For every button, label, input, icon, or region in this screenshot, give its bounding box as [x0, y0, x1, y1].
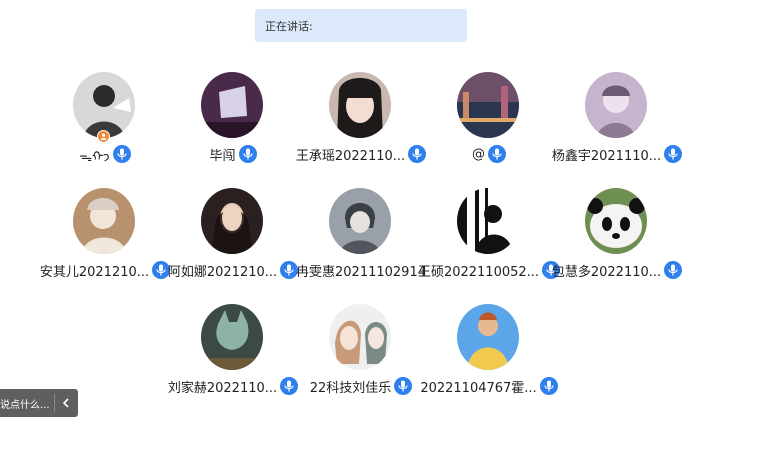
- avatar: [329, 304, 391, 370]
- avatar-image: [329, 188, 391, 254]
- avatar: [201, 304, 263, 370]
- mic-icon[interactable]: [539, 377, 558, 395]
- avatar-image: [201, 304, 263, 370]
- participant-tile[interactable]: 包慧多2022110...: [551, 188, 683, 298]
- avatar-image: [73, 188, 135, 254]
- participant-tile[interactable]: 王承瑶2022110...: [295, 72, 427, 182]
- avatar: [329, 188, 391, 254]
- mic-icon[interactable]: [664, 145, 683, 163]
- avatar: [457, 304, 519, 370]
- avatar-image: [457, 304, 519, 370]
- avatar: [73, 72, 135, 138]
- avatar-image: [457, 72, 519, 138]
- participant-tile[interactable]: 20221104767霍...: [420, 304, 558, 414]
- avatar-image: [329, 304, 391, 370]
- avatar: [457, 72, 519, 138]
- avatar-image: [201, 188, 263, 254]
- participant-name: ᯓᡣ𐭩: [79, 150, 110, 165]
- participant-tile[interactable]: 刘家赫2022110...: [167, 304, 299, 414]
- avatar: [201, 188, 263, 254]
- avatar: [329, 72, 391, 138]
- participant-name: 冉雯惠20211102914: [296, 264, 426, 280]
- chevron-left-icon[interactable]: [55, 389, 77, 417]
- mic-icon[interactable]: [394, 377, 413, 395]
- avatar-image: [585, 72, 647, 138]
- participant-name: 22科技刘佳乐: [309, 380, 392, 396]
- participant-tile[interactable]: 杨鑫宇2021110...: [551, 72, 683, 182]
- mic-icon[interactable]: [238, 145, 257, 163]
- participant-name: 毕闯: [209, 148, 236, 164]
- avatar: [585, 72, 647, 138]
- participant-name: @: [472, 146, 485, 162]
- participant-tile[interactable]: 毕闯: [169, 72, 297, 182]
- participant-tile[interactable]: 冉雯惠20211102914: [296, 188, 426, 298]
- mic-icon[interactable]: [280, 377, 299, 395]
- mic-icon[interactable]: [112, 145, 131, 163]
- avatar: [201, 72, 263, 138]
- participant-name: 20221104767霍...: [420, 380, 537, 396]
- mic-icon[interactable]: [664, 261, 683, 279]
- participant-grid: ᯓᡣ𐭩 毕闯 王承瑶2022110... @ 杨鑫宇2021110... 安其儿…: [0, 0, 762, 451]
- avatar-image: [73, 72, 135, 138]
- avatar-image: [585, 188, 647, 254]
- avatar-image: [457, 188, 519, 254]
- avatar: [457, 188, 519, 254]
- participant-tile[interactable]: 阿如娜2021210...: [167, 188, 299, 298]
- participant-name: 阿如娜2021210...: [167, 264, 278, 280]
- avatar-image: [329, 72, 391, 138]
- participant-tile[interactable]: 安其儿2021210...: [39, 188, 171, 298]
- participant-name: 王硕2022110052...: [417, 264, 540, 280]
- participant-name: 包慧多2022110...: [551, 264, 662, 280]
- participant-tile[interactable]: @: [425, 72, 553, 182]
- avatar: [73, 188, 135, 254]
- mic-icon[interactable]: [408, 145, 427, 163]
- participant-name: 王承瑶2022110...: [295, 148, 406, 164]
- participant-name: 刘家赫2022110...: [167, 380, 278, 396]
- participant-name: 杨鑫宇2021110...: [551, 148, 662, 164]
- participant-tile[interactable]: 王硕2022110052...: [418, 188, 561, 298]
- participant-name: 安其儿2021210...: [39, 264, 150, 280]
- participant-tile[interactable]: ᯓᡣ𐭩: [41, 72, 169, 182]
- participant-tile[interactable]: 22科技刘佳乐: [297, 304, 425, 414]
- mic-icon[interactable]: [488, 145, 506, 163]
- avatar-image: [201, 72, 263, 138]
- comment-input[interactable]: 说点什么...: [0, 396, 54, 411]
- avatar: [585, 188, 647, 254]
- comment-bar: 说点什么...: [0, 389, 78, 417]
